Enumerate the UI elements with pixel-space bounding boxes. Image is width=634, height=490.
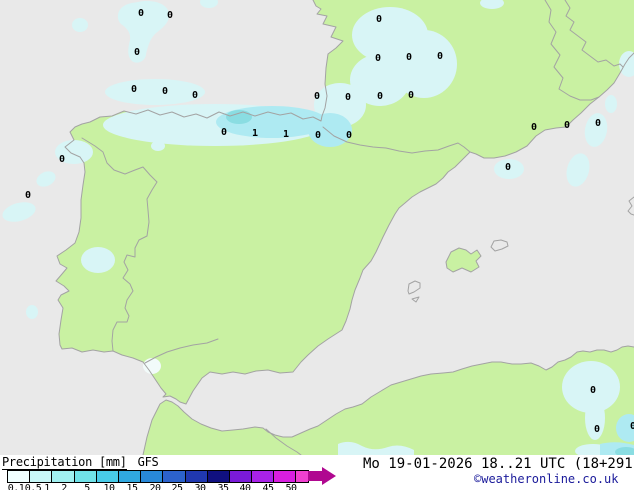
precip-value-label: 0 <box>344 92 352 103</box>
precip-value-label: 0 <box>375 14 383 25</box>
scale-tick-label: 25 <box>171 483 183 490</box>
scale-segment <box>8 471 30 482</box>
scale-tick-label: 0.1 <box>7 483 25 490</box>
scale-segment <box>162 471 185 482</box>
scale-segment <box>117 471 141 482</box>
precip-value-label: 0 <box>345 130 353 141</box>
scale-segment <box>295 471 309 482</box>
scale-tick-label: 35 <box>217 483 229 490</box>
scale-tick-labels: 0.1 0.5 1 2 5 10 15 20 25 30 35 40 45 50 <box>7 483 334 490</box>
precip-value-label: 0 <box>137 8 145 19</box>
scale-segment <box>29 471 52 482</box>
precip-value-label: 0 <box>563 120 571 131</box>
precip-value-label: 0 <box>313 91 321 102</box>
precip-value-label: 0 <box>58 154 66 165</box>
precip-value-labels-layer: 0 0 0 0 0 0 0 0 0 0 0 0 0 0 0 1 1 0 0 0 0 0 0 0 0 0 0 0 <box>0 0 634 455</box>
scale-segment <box>251 471 274 482</box>
forecast-datetime: Mo 19-01-2026 18..21 UTC (18+291 <box>363 456 633 472</box>
precipitation-map: 0 0 0 0 0 0 0 0 0 0 0 0 0 0 0 1 1 0 0 0 0 0 0 0 0 0 0 0 <box>0 0 634 455</box>
precip-value-label: 0 <box>436 51 444 62</box>
scale-tick-label: 45 <box>262 483 274 490</box>
scale-segment <box>51 471 74 482</box>
precip-value-label: 0 <box>407 90 415 101</box>
scale-tick-label: 50 <box>285 483 297 490</box>
precip-value-label: 0 <box>314 130 322 141</box>
legend-bar: Precipitation [mm] GFS 0.1 0.5 1 2 5 10 15 20 25 3… <box>0 455 634 490</box>
precip-color-scale <box>7 470 309 483</box>
precip-value-label: 0 <box>130 84 138 95</box>
copyright-notice: ©weatheronline.co.uk <box>474 472 619 486</box>
scale-segment <box>184 471 207 482</box>
scale-tick-label: 2 <box>61 483 67 490</box>
precip-value-label: 0 <box>594 118 602 129</box>
legend-title: Precipitation [mm] GFS <box>2 455 159 470</box>
precip-value-label: 0 <box>405 52 413 63</box>
precip-value-label: 0 <box>530 122 538 133</box>
precip-value-label: 0 <box>161 86 169 97</box>
precip-value-label: 0 <box>504 162 512 173</box>
precip-value-label: 0 <box>220 127 228 138</box>
precip-value-label: 0 <box>593 424 601 435</box>
legend-model-label: GFS <box>137 455 159 469</box>
legend-title-main: Precipitation [mm] <box>2 455 127 470</box>
precip-value-label: 0 <box>133 47 141 58</box>
precip-value-label: 0 <box>191 90 199 101</box>
scale-segment <box>73 471 96 482</box>
scale-tick-label: 10 <box>103 483 115 490</box>
precip-value-label: 0 <box>374 53 382 64</box>
scale-tick-label: 20 <box>149 483 161 490</box>
scale-segment <box>95 471 118 482</box>
scale-segment <box>228 471 252 482</box>
precip-value-label: 0 <box>24 190 32 201</box>
scale-tick-label: 15 <box>126 483 138 490</box>
scale-tick-label: 5 <box>84 483 90 490</box>
precip-value-label: 0 <box>166 10 174 21</box>
scale-segment <box>273 471 296 482</box>
scale-segment <box>206 471 229 482</box>
precip-value-label: 1 <box>251 128 259 139</box>
scale-tick-label: 40 <box>239 483 251 490</box>
precip-value-label: 0 <box>589 385 597 396</box>
scale-tick-label: 0.5 <box>24 483 42 490</box>
scale-tick-label: 1 <box>44 483 50 490</box>
precip-value-label: 0 <box>629 421 634 432</box>
weather-map-screenshot: 0000000000000001100000000000 Precipitati… <box>0 0 634 490</box>
scale-tick-label: 30 <box>194 483 206 490</box>
precip-value-label: 1 <box>282 129 290 140</box>
scale-segment <box>140 471 163 482</box>
precip-value-label: 0 <box>376 91 384 102</box>
